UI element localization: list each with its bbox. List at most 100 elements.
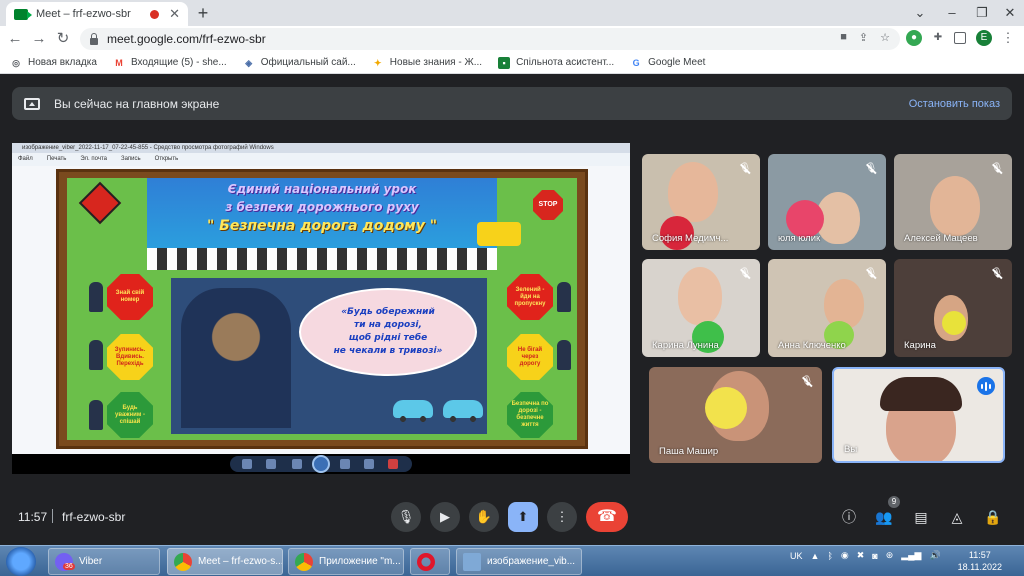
- more-options-button[interactable]: ⋮: [547, 502, 577, 532]
- chat-button[interactable]: ▤: [910, 506, 932, 528]
- bookmark-star-icon[interactable]: ☆: [880, 31, 890, 44]
- star-icon: ✦: [374, 57, 382, 68]
- forward-button[interactable]: →: [30, 30, 48, 48]
- participant-name: София Медимч...: [652, 233, 729, 244]
- share-icon[interactable]: ⇪: [859, 31, 868, 44]
- taskbar-item-opera[interactable]: [410, 548, 450, 575]
- shapes-icon: ◬: [951, 509, 963, 525]
- puzzle-icon[interactable]: ✚: [930, 30, 946, 46]
- participant-tile[interactable]: 🎙 Алексей Мацеев: [894, 154, 1012, 250]
- participant-tile[interactable]: 🎙 Карина: [894, 259, 1012, 357]
- bookmark-item[interactable]: ◈ Официальный сай...: [243, 57, 356, 69]
- bookmark-item[interactable]: ✦ Новые знания - Ж...: [372, 57, 482, 69]
- zoom-icon[interactable]: [242, 459, 252, 469]
- camera-button[interactable]: ▶: [430, 502, 460, 532]
- delete-icon[interactable]: [388, 459, 398, 469]
- mic-off-icon: 🎙: [738, 163, 752, 174]
- road-safety-poster: Єдиний національний урок з безпеки дорож…: [56, 169, 588, 449]
- poster-banner: Єдиний національний урок з безпеки дорож…: [147, 178, 521, 270]
- camera-icon[interactable]: ■: [840, 31, 847, 44]
- photo-viewer-window: изображение_viber_2022-11-17_07-22-45-85…: [12, 143, 630, 474]
- people-button[interactable]: 👥: [873, 506, 895, 528]
- menu-print: Печать: [46, 156, 67, 162]
- shared-screen: изображение_viber_2022-11-17_07-22-45-85…: [12, 143, 630, 474]
- network-signal-icon[interactable]: ▂▄▆: [901, 550, 921, 561]
- activities-button[interactable]: ◬: [946, 506, 968, 528]
- language-indicator[interactable]: UK: [790, 551, 803, 561]
- participant-tile[interactable]: 🎙 София Медимч...: [642, 154, 760, 250]
- tray-app-icon[interactable]: ⊛: [886, 550, 894, 561]
- viewer-controls-bar: [12, 454, 630, 474]
- stop-presenting-button[interactable]: Остановить показ: [909, 98, 1000, 110]
- leave-call-button[interactable]: ☎: [586, 502, 628, 532]
- actual-size-icon[interactable]: [266, 459, 276, 469]
- raise-hand-button[interactable]: ✋: [469, 502, 499, 532]
- participant-tile-self[interactable]: Вы: [832, 367, 1005, 463]
- info-icon: ⓘ: [842, 509, 856, 525]
- bluetooth-icon[interactable]: ᛒ: [827, 551, 832, 561]
- taskbar-item-photo-viewer[interactable]: изображение_vib...: [456, 548, 582, 575]
- participant-tile[interactable]: 🎙 Паша Машир: [649, 367, 822, 463]
- windows-taskbar: Viber 36 Meet – frf-ezwo-s... Приложение…: [0, 545, 1024, 576]
- bookmark-item[interactable]: ▪ Спільнота асистент...: [498, 56, 614, 69]
- present-button[interactable]: ⬆: [508, 502, 538, 532]
- back-button[interactable]: ←: [6, 30, 24, 48]
- taskbar-clock[interactable]: 11:57 18.11.2022: [958, 549, 1002, 573]
- previous-icon[interactable]: [292, 459, 302, 469]
- slideshow-button[interactable]: [312, 455, 330, 473]
- opera-icon: [417, 552, 435, 571]
- reload-button[interactable]: ↻: [54, 30, 72, 48]
- tab-meet[interactable]: Meet – frf-ezwo-sbr ✕: [6, 2, 188, 26]
- poster-sign-left: Зупинись. Вдивись. Перехідь: [107, 334, 153, 380]
- bookmark-item[interactable]: G Google Meet: [630, 57, 706, 69]
- bookmark-item[interactable]: ◎ Новая вкладка: [10, 57, 97, 69]
- participant-tile[interactable]: 🎙 юля юлик: [768, 154, 886, 250]
- chat-icon: ▤: [914, 509, 928, 525]
- tray-app-icon[interactable]: ◙: [872, 551, 877, 561]
- microphone-button[interactable]: 🎙: [391, 502, 421, 532]
- meeting-code: frf-ezwo-sbr: [62, 510, 126, 524]
- rotate-left-icon[interactable]: [364, 459, 374, 469]
- sidepanel-icon[interactable]: [954, 32, 966, 44]
- poster-line-1: Єдиний національний урок: [227, 182, 417, 196]
- chrome-icon: [174, 552, 192, 571]
- extension-icon[interactable]: ●: [906, 30, 922, 46]
- viber-badge: 36: [63, 563, 75, 570]
- speech-bubble: «Будь обережний ти на дорозі, щоб рідні …: [299, 288, 477, 376]
- warning-sign-icon: [78, 181, 122, 225]
- participant-tile[interactable]: 🎙 Карина Лунина: [642, 259, 760, 357]
- bookmark-item[interactable]: M Входящие (5) - she...: [113, 57, 227, 69]
- minimize-button[interactable]: –: [936, 0, 968, 26]
- video-camera-icon: ▶: [440, 509, 450, 524]
- menu-email: Эл. почта: [80, 156, 107, 162]
- tray-app-icon[interactable]: ✖: [857, 550, 865, 561]
- taskbar-item-app[interactable]: Приложение "m...: [288, 548, 404, 575]
- bubble-line: «Будь обережний: [341, 307, 435, 317]
- taskbar-item-meet[interactable]: Meet – frf-ezwo-s...: [167, 548, 283, 575]
- address-bar[interactable]: meet.google.com/frf-ezwo-sbr ■ ⇪ ☆: [80, 28, 900, 50]
- browser-toolbar: ← → ↻ meet.google.com/frf-ezwo-sbr ■ ⇪ ☆…: [0, 26, 1024, 52]
- photo-viewer-icon: [463, 552, 481, 571]
- url-text: meet.google.com/frf-ezwo-sbr: [107, 32, 266, 46]
- host-controls-button[interactable]: 🔒: [982, 506, 1004, 528]
- chrome-icon: [295, 552, 313, 571]
- close-tab-icon[interactable]: ✕: [169, 6, 180, 22]
- profile-avatar[interactable]: E: [976, 30, 992, 46]
- participant-tile[interactable]: 🎙 Анна Ключенко: [768, 259, 886, 357]
- close-window-button[interactable]: ✕: [994, 0, 1024, 26]
- taskbar-item-viber[interactable]: Viber 36: [48, 548, 160, 575]
- new-tab-button[interactable]: +: [194, 4, 212, 22]
- next-icon[interactable]: [340, 459, 350, 469]
- show-hidden-icons-icon[interactable]: ▲: [811, 551, 820, 561]
- start-button[interactable]: [6, 547, 36, 576]
- google-icon: G: [632, 57, 640, 68]
- tray-app-icon[interactable]: ◉: [841, 550, 849, 561]
- system-tray: UK ▲ ᛒ ◉ ✖ ◙ ⊛ ▂▄▆ 🔊: [790, 550, 941, 561]
- officer-figure: [89, 282, 103, 312]
- meeting-details-button[interactable]: ⓘ: [838, 506, 860, 528]
- poster-sign-right: Зелений - йди на пропускну: [507, 274, 553, 320]
- menu-icon[interactable]: ⋮: [1000, 30, 1016, 46]
- crosswalk: [147, 248, 497, 270]
- tab-search-icon[interactable]: ⌄: [904, 0, 936, 26]
- volume-icon[interactable]: 🔊: [929, 550, 940, 561]
